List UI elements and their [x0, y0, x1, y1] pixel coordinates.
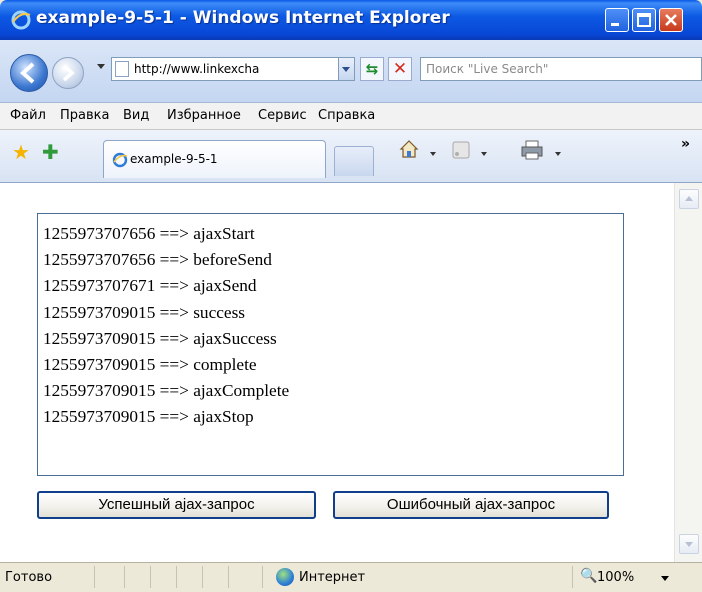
address-toolbar: http://www.linkexcha ⇆ ✕ Поиск "Live Sea… — [0, 40, 702, 103]
menu-help[interactable]: Справка — [318, 108, 375, 123]
status-divider — [202, 566, 203, 588]
close-icon — [665, 14, 677, 26]
log-line: 1255973707656 ==> ajaxStart — [43, 224, 255, 243]
back-icon — [20, 62, 35, 84]
toolbar-overflow-chevron[interactable]: » — [681, 136, 690, 152]
home-icon[interactable] — [398, 138, 420, 160]
vertical-scrollbar[interactable] — [674, 183, 702, 562]
error-ajax-button[interactable]: Ошибочный ajax-запрос — [333, 491, 609, 519]
log-line: 1255973709015 ==> complete — [43, 355, 257, 375]
log-line: 1255973709015 ==> ajaxStop — [43, 407, 254, 427]
scroll-up-button[interactable] — [679, 189, 699, 209]
tab-label: example-9-5-1 — [130, 152, 218, 166]
minimize-button[interactable] — [605, 8, 629, 32]
menu-bar: Файл Правка Вид Избранное Сервис Справка — [0, 103, 702, 130]
log-line: 1255973707671 ==> ajaxSend — [43, 276, 257, 296]
maximize-icon — [637, 13, 651, 27]
success-ajax-button[interactable]: Успешный ajax-запрос — [37, 491, 316, 519]
minimize-icon — [611, 23, 619, 26]
zoom-icon[interactable]: 🔍 — [580, 568, 597, 584]
favorites-star-icon[interactable]: ★ — [12, 140, 30, 164]
forward-icon — [62, 64, 75, 82]
status-bar: Готово Интернет 🔍 100% — [0, 562, 702, 592]
menu-file[interactable]: Файл — [10, 108, 46, 123]
menu-edit[interactable]: Правка — [60, 108, 109, 123]
zoom-level[interactable]: 100% — [597, 570, 634, 585]
status-text: Готово — [5, 570, 53, 585]
window-title: example-9-5-1 - Windows Internet Explore… — [36, 8, 450, 28]
status-divider — [124, 566, 125, 588]
log-line: 1255973709015 ==> ajaxComplete — [43, 381, 290, 401]
event-log: 1255973707656 ==> ajaxStart 125597370765… — [37, 213, 624, 476]
status-divider — [228, 566, 229, 588]
refresh-icon: ⇆ — [365, 60, 379, 78]
status-divider — [176, 566, 177, 588]
title-bar: example-9-5-1 - Windows Internet Explore… — [0, 0, 702, 40]
history-dropdown[interactable] — [97, 64, 105, 69]
ie-logo-icon — [11, 10, 31, 30]
tab-example[interactable]: example-9-5-1 — [103, 140, 326, 178]
ie-page-icon — [112, 152, 128, 168]
status-divider — [262, 566, 263, 588]
scroll-down-button[interactable] — [679, 534, 699, 554]
new-tab-button[interactable] — [334, 146, 374, 176]
stop-icon: ✕ — [392, 59, 408, 79]
address-input[interactable]: http://www.linkexcha — [111, 57, 339, 81]
refresh-button[interactable]: ⇆ — [360, 57, 384, 81]
menu-tools[interactable]: Сервис — [258, 108, 307, 123]
back-button[interactable] — [10, 54, 48, 92]
home-dropdown[interactable] — [430, 152, 436, 156]
add-favorites-icon[interactable]: ✚ — [42, 140, 59, 164]
address-dropdown-button[interactable] — [339, 57, 355, 81]
log-line: 1255973709015 ==> ajaxSuccess — [43, 328, 277, 348]
menu-view[interactable]: Вид — [123, 108, 149, 123]
page-content: 1255973707656 ==> ajaxStart 125597370765… — [0, 183, 674, 562]
log-line: 1255973709015 ==> success — [43, 302, 246, 322]
security-zone-label: Интернет — [299, 570, 366, 585]
search-input[interactable]: Поиск "Live Search" — [420, 57, 702, 81]
feeds-dropdown[interactable] — [481, 152, 487, 156]
log-line: 1255973707656 ==> beforeSend — [43, 250, 272, 270]
status-divider — [94, 566, 95, 588]
menu-favorites[interactable]: Избранное — [167, 108, 241, 123]
page-icon — [115, 61, 129, 77]
status-divider — [150, 566, 151, 588]
feeds-icon[interactable] — [452, 141, 470, 159]
print-icon[interactable] — [520, 139, 544, 161]
zoom-dropdown[interactable] — [661, 576, 669, 581]
print-dropdown[interactable] — [555, 152, 561, 156]
maximize-button[interactable] — [632, 8, 656, 32]
browser-window: example-9-5-1 - Windows Internet Explore… — [0, 0, 702, 592]
stop-button[interactable]: ✕ — [388, 57, 412, 81]
forward-button[interactable] — [52, 57, 84, 89]
close-button[interactable] — [659, 8, 683, 32]
tab-bar: ★ ✚ example-9-5-1 » — [0, 130, 702, 183]
globe-icon — [276, 568, 294, 586]
url-text: http://www.linkexcha — [134, 62, 260, 76]
status-divider — [572, 566, 573, 588]
